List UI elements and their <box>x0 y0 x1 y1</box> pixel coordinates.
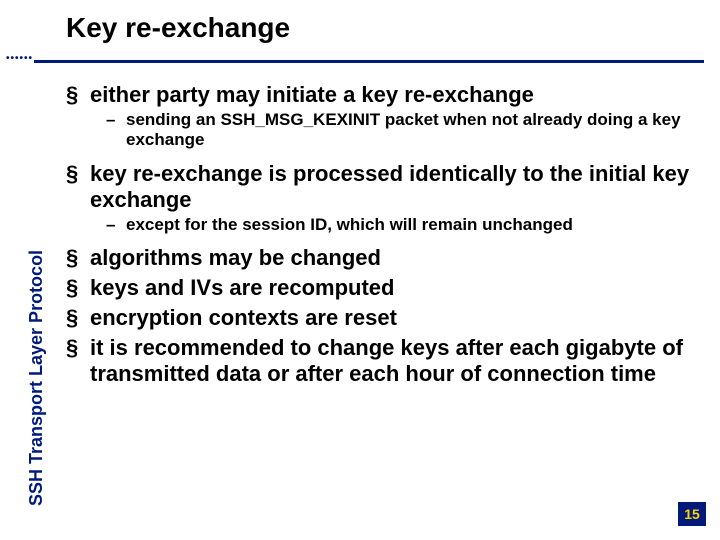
bullet-1: § either party may initiate a key re-exc… <box>66 82 690 108</box>
bullet-2-sub-1: – except for the session ID, which will … <box>106 215 690 235</box>
sidebar-label: SSH Transport Layer Protocol <box>26 250 47 506</box>
bullet-4: § keys and IVs are recomputed <box>66 275 690 301</box>
slide: Key re-exchange •••••• SSH Transport Lay… <box>0 0 720 540</box>
content-area: § either party may initiate a key re-exc… <box>66 78 690 389</box>
title-divider <box>34 60 704 63</box>
bullet-5: § encryption contexts are reset <box>66 305 690 331</box>
bullet-1-text: either party may initiate a key re-excha… <box>90 82 534 107</box>
bullet-2-sub-1-text: except for the session ID, which will re… <box>126 215 573 234</box>
bullet-1-sub-1-text: sending an SSH_MSG_KEXINIT packet when n… <box>126 110 681 149</box>
bullet-6-text: it is recommended to change keys after e… <box>90 335 683 386</box>
bullet-2-text: key re-exchange is processed identically… <box>90 161 689 212</box>
bullet-3-text: algorithms may be changed <box>90 245 381 270</box>
bullet-6: § it is recommended to change keys after… <box>66 335 690 387</box>
bullet-4-text: keys and IVs are recomputed <box>90 275 394 300</box>
decorative-dots: •••••• <box>6 53 33 64</box>
bullet-3: § algorithms may be changed <box>66 245 690 271</box>
bullet-5-text: encryption contexts are reset <box>90 305 397 330</box>
bullet-2: § key re-exchange is processed identical… <box>66 161 690 213</box>
page-number: 15 <box>678 502 706 526</box>
bullet-1-sub-1: – sending an SSH_MSG_KEXINIT packet when… <box>106 110 690 151</box>
slide-title: Key re-exchange <box>66 12 290 44</box>
